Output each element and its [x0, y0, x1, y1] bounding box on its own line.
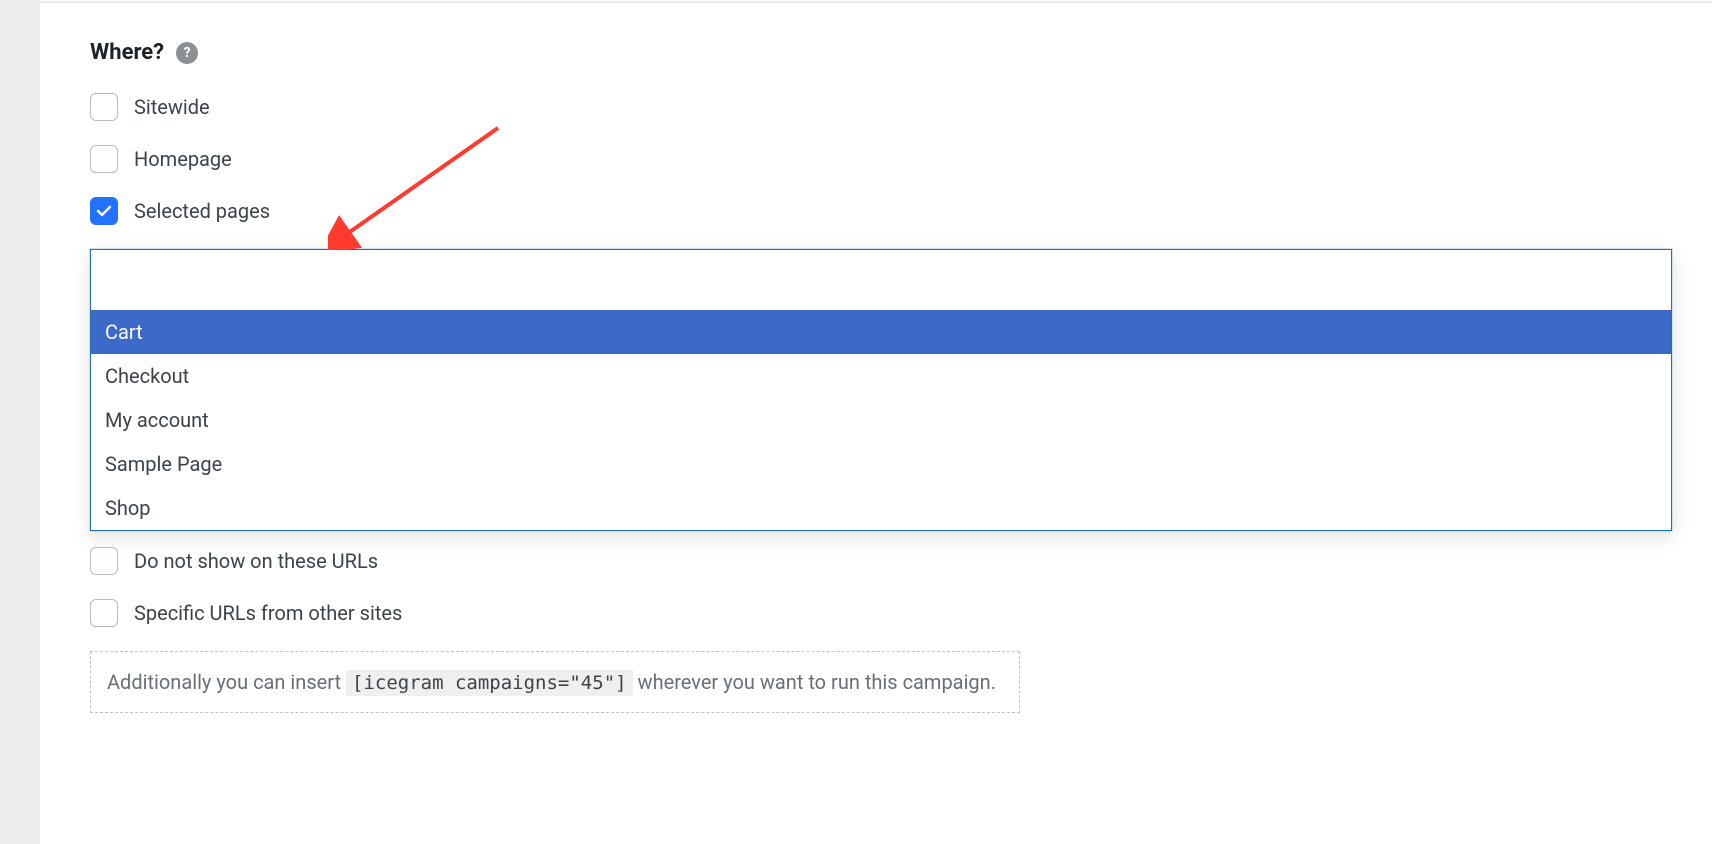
- dropdown-box: CartCheckoutMy accountSample PageShop: [90, 249, 1672, 531]
- dropdown-options-list: CartCheckoutMy accountSample PageShop: [91, 310, 1671, 530]
- dropdown-input-row[interactable]: [91, 250, 1671, 310]
- checkbox-specific-urls-other-sites[interactable]: [90, 599, 118, 627]
- checkbox-selected-pages[interactable]: [90, 197, 118, 225]
- option-do-not-show-urls[interactable]: Do not show on these URLs: [90, 547, 1672, 575]
- top-divider: [40, 0, 1712, 3]
- section-title: Where?: [90, 40, 164, 65]
- where-section: Where? ? Sitewide Homepage Selected page…: [90, 40, 1672, 713]
- hint-before: Additionally you can insert: [107, 670, 346, 694]
- checkbox-do-not-show-urls[interactable]: [90, 547, 118, 575]
- dropdown-option[interactable]: My account: [91, 398, 1671, 442]
- dropdown-option[interactable]: Checkout: [91, 354, 1671, 398]
- option-specific-urls-other-sites[interactable]: Specific URLs from other sites: [90, 599, 1672, 627]
- dropdown-option[interactable]: Sample Page: [91, 442, 1671, 486]
- hint-after: wherever you want to run this campaign.: [638, 670, 996, 694]
- label-do-not-show-urls: Do not show on these URLs: [134, 549, 378, 573]
- annotation-arrow-icon: [328, 120, 508, 250]
- left-gutter: [0, 0, 40, 844]
- label-sitewide: Sitewide: [134, 95, 210, 119]
- dropdown-option[interactable]: Cart: [91, 310, 1671, 354]
- option-homepage[interactable]: Homepage: [90, 145, 1672, 173]
- dropdown-search-input[interactable]: [105, 250, 1657, 310]
- option-sitewide[interactable]: Sitewide: [90, 93, 1672, 121]
- label-selected-pages: Selected pages: [134, 199, 270, 223]
- shortcode-hint: Additionally you can insert [icegram cam…: [90, 651, 1020, 713]
- label-specific-urls-other-sites: Specific URLs from other sites: [134, 601, 402, 625]
- checkbox-homepage[interactable]: [90, 145, 118, 173]
- page-select-dropdown[interactable]: CartCheckoutMy accountSample PageShop: [90, 249, 1672, 531]
- dropdown-option[interactable]: Shop: [91, 486, 1671, 530]
- label-homepage: Homepage: [134, 147, 232, 171]
- help-icon[interactable]: ?: [176, 42, 198, 64]
- section-heading-row: Where? ?: [90, 40, 1672, 65]
- after-dropdown-group: Do not show on these URLs Specific URLs …: [90, 547, 1672, 713]
- checkbox-sitewide[interactable]: [90, 93, 118, 121]
- option-selected-pages[interactable]: Selected pages: [90, 197, 1672, 225]
- hint-shortcode: [icegram campaigns="45"]: [346, 670, 633, 696]
